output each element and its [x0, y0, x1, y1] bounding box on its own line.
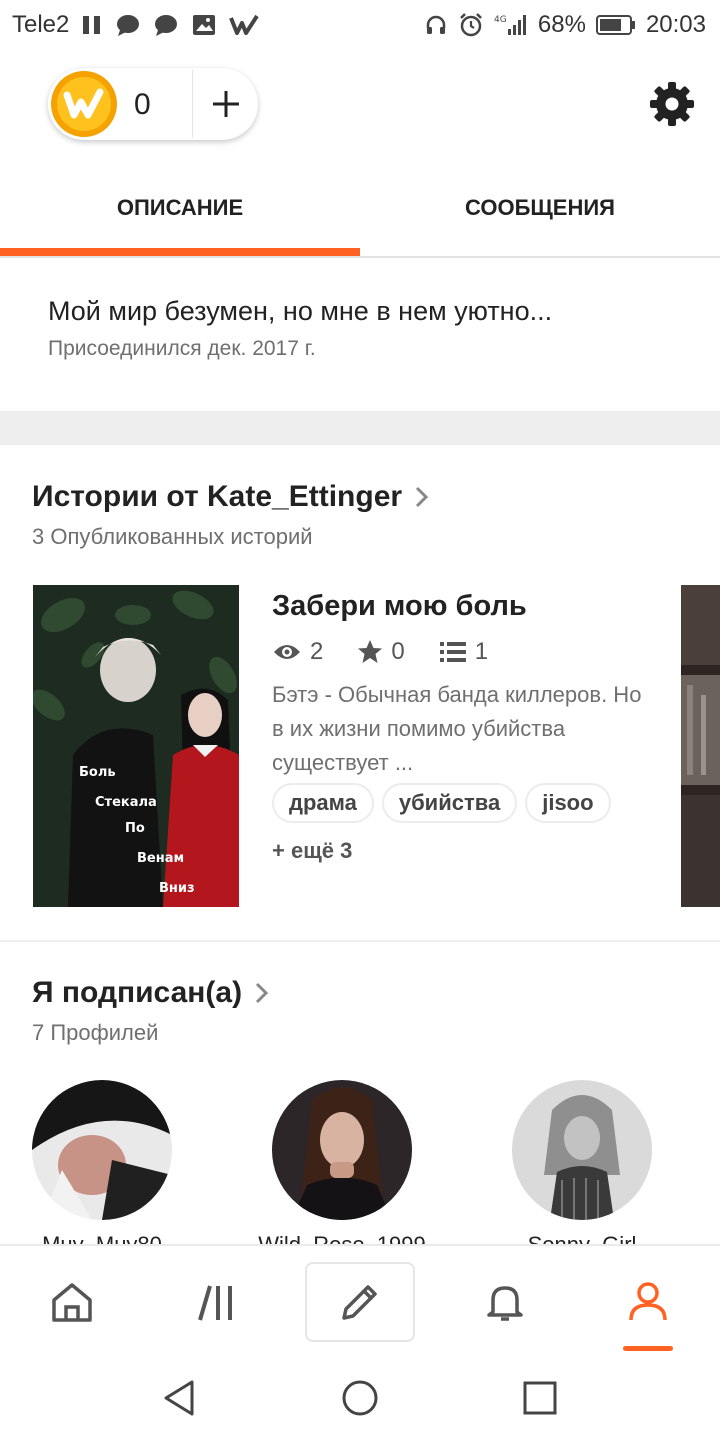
- cover-word: Вниз: [159, 881, 195, 896]
- coin-divider: [192, 70, 193, 138]
- next-story-cover[interactable]: [681, 585, 720, 907]
- nav-library[interactable]: [163, 1262, 273, 1342]
- tag-chip[interactable]: драма: [272, 783, 374, 823]
- section-divider: [0, 940, 720, 942]
- nav-notifications[interactable]: [450, 1262, 560, 1342]
- profile-description: Мой мир безумен, но мне в нем уютно...: [48, 296, 553, 326]
- story-parts: 1: [474, 638, 489, 665]
- message-icon: [155, 15, 178, 36]
- clock: 20:03: [645, 11, 706, 38]
- more-tags-link[interactable]: + ещё 3: [272, 838, 352, 864]
- story-description: Бэтэ - Обычная банда киллеров. Но в их ж…: [272, 682, 642, 775]
- story-views: 2: [310, 638, 324, 665]
- carrier-name: Tele2: [12, 11, 70, 38]
- wattpad-icon: [229, 14, 260, 35]
- tab-messages[interactable]: СООБЩЕНИЯ: [360, 160, 720, 256]
- chevron-right-icon: [416, 486, 429, 508]
- list-icon: [439, 642, 466, 662]
- avatar-image: [512, 1080, 652, 1220]
- headset-icon: [426, 15, 446, 34]
- story-cover[interactable]: Боль Стекала По Венам Вниз: [33, 585, 239, 907]
- status-bar: Tele2 4G 68% 20:03: [0, 0, 720, 50]
- status-bar-right: 4G 68% 20:03: [424, 11, 706, 39]
- svg-text:4G: 4G: [494, 15, 507, 25]
- avatar[interactable]: [32, 1080, 172, 1220]
- cover-word: Боль: [79, 765, 116, 780]
- following-count: 7 Профилей: [32, 1020, 159, 1045]
- tag-chip[interactable]: убийства: [381, 783, 518, 823]
- nav-home[interactable]: [17, 1262, 127, 1342]
- bottom-navigation: [0, 1244, 720, 1354]
- stories-section-title: Истории от Kate_Ettinger: [32, 480, 403, 513]
- profile-tabs: ОПИСАНИЕ СООБЩЕНИЯ: [0, 160, 720, 258]
- following-section-title: Я подписан(а): [32, 976, 243, 1009]
- notifications-icon: [487, 1286, 523, 1321]
- cover-word: Венам: [137, 851, 185, 866]
- coin-icon: [51, 71, 117, 137]
- section-separator: [0, 411, 720, 445]
- battery-percent: 68%: [537, 11, 586, 38]
- library-icon: [198, 1285, 232, 1321]
- tab-description[interactable]: ОПИСАНИЕ: [0, 160, 360, 256]
- system-navigation: [0, 1354, 720, 1440]
- add-coins-button[interactable]: [198, 76, 254, 132]
- joined-date: Присоединился дек. 2017 г.: [48, 337, 316, 360]
- active-nav-indicator: [623, 1346, 673, 1351]
- nav-profile[interactable]: [593, 1262, 703, 1342]
- cover-word: Стекала: [95, 795, 157, 810]
- next-story-cover-image: [681, 585, 720, 907]
- home-circle-icon[interactable]: [336, 1374, 384, 1422]
- image-icon: [193, 15, 216, 35]
- story-votes: 0: [391, 638, 405, 665]
- coin-count: 0: [134, 88, 151, 121]
- profile-icon: [629, 1282, 667, 1321]
- following-section-header[interactable]: Я подписан(а): [32, 976, 270, 1010]
- coin-wallet[interactable]: 0: [48, 68, 258, 140]
- eye-icon: [274, 645, 300, 659]
- alarm-icon: [460, 13, 482, 37]
- stories-count: 3 Опубликованных историй: [32, 524, 313, 549]
- back-icon[interactable]: [156, 1374, 204, 1422]
- stories-section-header[interactable]: Истории от Kate_Ettinger: [32, 480, 430, 514]
- tag-chip[interactable]: jisoo: [525, 783, 611, 823]
- status-bar-left: Tele2: [12, 11, 260, 39]
- story-stats: 2 0 1: [272, 638, 488, 666]
- chevron-right-icon: [256, 982, 269, 1004]
- story-title[interactable]: Забери мою боль: [272, 590, 527, 623]
- pause-icon: [83, 16, 101, 34]
- signal-icon: 4G: [494, 15, 526, 35]
- avatar[interactable]: [272, 1080, 412, 1220]
- story-cover-caption: Боль Стекала По Венам Вниз: [33, 585, 239, 907]
- message-icon: [117, 15, 140, 36]
- nav-write[interactable]: [305, 1262, 415, 1342]
- avatar-image: [32, 1080, 172, 1220]
- cover-word: По: [125, 821, 145, 836]
- story-tags: драма убийства jisoo: [272, 783, 611, 823]
- active-tab-indicator: [0, 248, 360, 256]
- gear-icon[interactable]: [648, 80, 696, 128]
- avatar-image: [272, 1080, 412, 1220]
- home-icon: [52, 1283, 92, 1322]
- recents-icon[interactable]: [516, 1374, 564, 1422]
- battery-icon: [595, 15, 635, 35]
- write-icon: [342, 1285, 377, 1320]
- star-icon: [358, 640, 383, 663]
- avatar[interactable]: [512, 1080, 652, 1220]
